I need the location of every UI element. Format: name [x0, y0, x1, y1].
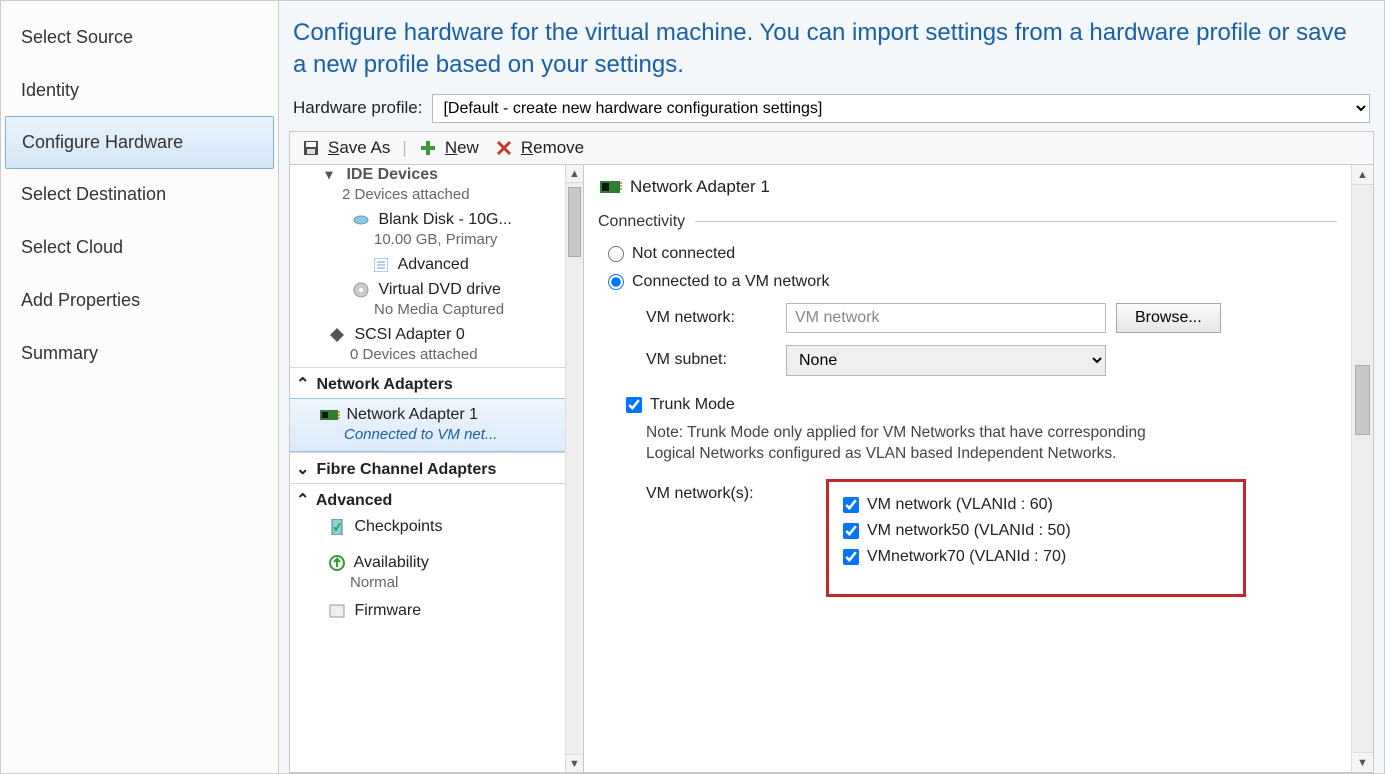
- scroll-up-icon[interactable]: ▲: [566, 165, 583, 183]
- tree-scsi-sub: 0 Devices attached: [328, 346, 478, 363]
- tree-fibre-channel-header[interactable]: Fibre Channel Adapters: [316, 461, 496, 478]
- checkpoints-icon: [328, 518, 346, 536]
- chevron-down-icon: ▾: [320, 166, 338, 184]
- scroll-thumb[interactable]: [1355, 365, 1370, 435]
- tree-dvd-sub: No Media Captured: [352, 301, 504, 318]
- tree-checkpoints[interactable]: Checkpoints: [354, 518, 442, 535]
- detail-title: Network Adapter 1: [630, 177, 770, 197]
- nav-configure-hardware[interactable]: Configure Hardware: [5, 116, 274, 169]
- connectivity-group-label: Connectivity: [598, 213, 685, 231]
- tree-blank-disk[interactable]: Blank Disk - 10G...: [378, 211, 511, 228]
- trunk-mode-checkbox[interactable]: [626, 397, 642, 413]
- firmware-icon: [328, 602, 346, 620]
- vm-network-item-checkbox[interactable]: [843, 523, 859, 539]
- save-as-button[interactable]: Save As: [296, 136, 396, 160]
- nav-select-cloud[interactable]: Select Cloud: [1, 221, 278, 274]
- nav-identity[interactable]: Identity: [1, 64, 278, 117]
- new-button[interactable]: New: [413, 136, 485, 160]
- plus-icon: [419, 139, 437, 156]
- tree-network-adapter-1[interactable]: Network Adapter 1: [346, 406, 478, 423]
- scroll-up-icon[interactable]: ▲: [1352, 165, 1373, 185]
- collapse-icon[interactable]: ⌃: [296, 490, 312, 510]
- tree-blank-disk-sub: 10.00 GB, Primary: [352, 231, 497, 248]
- trunk-mode-label: Trunk Mode: [650, 396, 735, 414]
- tree-scsi-adapter[interactable]: SCSI Adapter 0: [354, 326, 464, 343]
- tree-network-adapters-header[interactable]: Network Adapters: [316, 376, 452, 393]
- page-heading: Configure hardware for the virtual machi…: [283, 7, 1380, 84]
- vm-subnet-select[interactable]: None: [786, 345, 1106, 376]
- network-card-icon: [320, 406, 338, 424]
- tree-availability-sub: Normal: [328, 574, 398, 591]
- vm-network-item-label: VMnetwork70 (VLANId : 70): [867, 548, 1066, 566]
- dvd-icon: [352, 281, 370, 299]
- network-card-icon: [600, 178, 618, 195]
- collapse-icon[interactable]: ⌄: [296, 459, 312, 479]
- vm-subnet-label: VM subnet:: [646, 351, 776, 369]
- browse-button[interactable]: Browse...: [1116, 303, 1221, 333]
- tree-disk-advanced[interactable]: Advanced: [398, 256, 469, 273]
- trunk-mode-note: Note: Trunk Mode only applied for VM Net…: [598, 420, 1158, 471]
- vm-network-item[interactable]: VM network (VLANId : 60): [843, 492, 1213, 518]
- tree-network-adapter-1-sub: Connected to VM net...: [320, 426, 497, 443]
- detail-panel: Network Adapter 1 Connectivity Not conne…: [584, 165, 1373, 772]
- hardware-profile-select[interactable]: [Default - create new hardware configura…: [432, 94, 1370, 123]
- vm-network-field[interactable]: [786, 303, 1106, 333]
- detail-scrollbar[interactable]: ▲ ▼: [1351, 165, 1373, 772]
- remove-button[interactable]: Remove: [489, 136, 590, 160]
- remove-label: Remove: [521, 138, 584, 158]
- new-label: New: [445, 138, 479, 158]
- tree-ide-sub: 2 Devices attached: [320, 186, 470, 203]
- vm-network-item[interactable]: VMnetwork70 (VLANId : 70): [843, 544, 1213, 570]
- vm-network-item-label: VM network50 (VLANId : 50): [867, 522, 1071, 540]
- hardware-tree: ▾ IDE Devices 2 Devices attached Blank D…: [290, 165, 584, 772]
- hardware-profile-label: Hardware profile:: [293, 98, 422, 118]
- vm-network-label: VM network:: [646, 309, 776, 327]
- nav-add-properties[interactable]: Add Properties: [1, 274, 278, 327]
- tree-dvd-drive[interactable]: Virtual DVD drive: [378, 281, 500, 298]
- list-icon: [372, 256, 390, 274]
- save-icon: [302, 139, 320, 156]
- tree-availability[interactable]: Availability: [354, 554, 429, 571]
- content-area: Configure hardware for the virtual machi…: [279, 1, 1384, 773]
- nav-select-destination[interactable]: Select Destination: [1, 168, 278, 221]
- save-as-label: Save As: [328, 138, 390, 158]
- wizard-nav: Select Source Identity Configure Hardwar…: [1, 1, 279, 773]
- toolbar-separator: |: [400, 138, 408, 158]
- tree-scrollbar[interactable]: ▲ ▼: [565, 165, 583, 772]
- nav-summary[interactable]: Summary: [1, 327, 278, 380]
- remove-icon: [495, 139, 513, 156]
- scroll-down-icon[interactable]: ▼: [566, 754, 583, 772]
- radio-connected-label: Connected to a VM network: [632, 273, 829, 291]
- vm-networks-list: VM network (VLANId : 60) VM network50 (V…: [826, 479, 1246, 597]
- trunk-mode-checkbox-row[interactable]: Trunk Mode: [598, 382, 1337, 420]
- radio-connected-input[interactable]: [608, 274, 624, 290]
- vm-network-item[interactable]: VM network50 (VLANId : 50): [843, 518, 1213, 544]
- radio-not-connected-label: Not connected: [632, 245, 735, 263]
- scroll-down-icon[interactable]: ▼: [1352, 752, 1373, 772]
- vm-network-item-label: VM network (VLANId : 60): [867, 496, 1053, 514]
- availability-icon: [328, 554, 346, 572]
- collapse-icon[interactable]: ⌃: [296, 374, 312, 394]
- tree-ide-devices[interactable]: IDE Devices: [346, 166, 438, 183]
- nav-select-source[interactable]: Select Source: [1, 11, 278, 64]
- tree-firmware[interactable]: Firmware: [354, 602, 421, 619]
- radio-connected[interactable]: Connected to a VM network: [598, 269, 1337, 297]
- toolbar: Save As | New Remove: [289, 131, 1374, 165]
- tree-advanced-header[interactable]: Advanced: [316, 492, 392, 509]
- divider: [695, 221, 1337, 222]
- scsi-icon: [328, 326, 346, 344]
- vm-networks-label: VM network(s):: [646, 479, 806, 503]
- disk-icon: [352, 211, 370, 229]
- vm-network-item-checkbox[interactable]: [843, 497, 859, 513]
- radio-not-connected-input[interactable]: [608, 246, 624, 262]
- vm-network-item-checkbox[interactable]: [843, 549, 859, 565]
- scroll-thumb[interactable]: [568, 187, 581, 257]
- radio-not-connected[interactable]: Not connected: [598, 241, 1337, 269]
